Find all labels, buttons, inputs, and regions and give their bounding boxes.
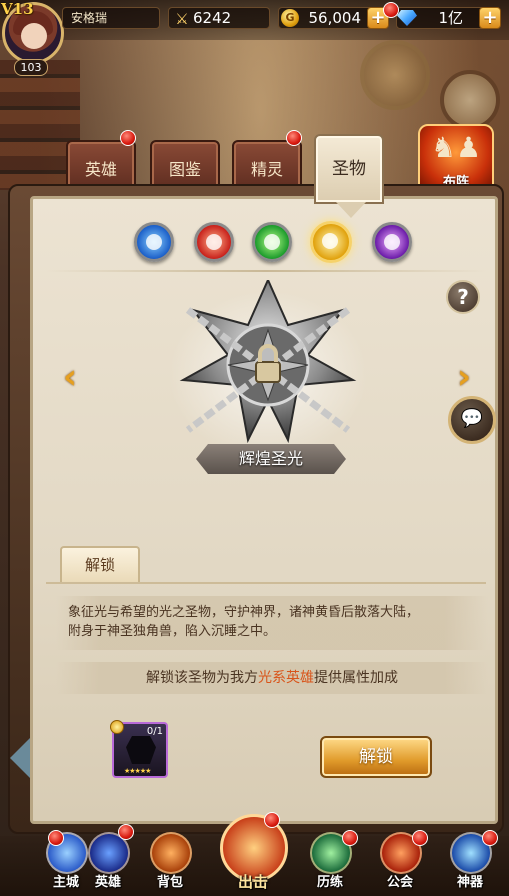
player-name: 安格瑞 <box>62 7 160 29</box>
avatar-face <box>21 23 47 49</box>
power-display: ⚔ 6242 <box>168 7 270 29</box>
player-level: 103 <box>14 59 48 76</box>
light-element-icon[interactable] <box>310 221 352 263</box>
clock-decoration <box>440 70 500 130</box>
nav-backpack-label: 背包 <box>156 875 183 890</box>
power-value: 6242 <box>193 9 232 27</box>
tab-heroes-badge <box>120 130 136 146</box>
unlock-section-tab[interactable]: 解锁 <box>60 546 140 582</box>
gold-value: 56,004 <box>308 9 362 27</box>
diamond-icon <box>397 10 417 26</box>
nav-battle-label: 出击 <box>237 873 268 891</box>
relic-name-label: 辉煌圣光 <box>196 444 346 474</box>
gold-display: G 56,004 + <box>278 7 389 29</box>
wind-element-icon[interactable] <box>252 222 292 262</box>
backpack-icon <box>150 832 192 874</box>
section-divider <box>46 582 486 584</box>
shard-icon <box>126 736 156 764</box>
next-relic-arrow[interactable]: › <box>452 360 476 394</box>
nav-battle[interactable]: 出击 <box>216 812 290 894</box>
bonus-highlight: 光系英雄 <box>258 670 314 686</box>
nav-backpack[interactable]: 背包 <box>140 826 200 892</box>
medal-icon <box>110 720 124 734</box>
vip-level: V13 <box>1 0 34 18</box>
description-line-1: 象征光与希望的光之圣物，守护神界，诸神黄昏后散落大陆， <box>68 605 420 620</box>
chat-bubble-icon: 💬 <box>460 408 484 429</box>
relic-shard-item[interactable]: 0/1 ★★★★★ <box>110 720 168 778</box>
nav-battle-badge <box>264 812 280 828</box>
shard-stars: ★★★★★ <box>124 767 151 775</box>
prev-relic-arrow[interactable]: ‹ <box>58 360 82 394</box>
unlock-bonus-text: 解锁该圣物为我方光系英雄提供属性加成 <box>56 662 488 694</box>
bonus-suffix: 提供属性加成 <box>314 670 398 686</box>
element-divider <box>46 270 486 272</box>
nav-main-city-badge <box>48 830 64 846</box>
dark-element-icon[interactable] <box>372 222 412 262</box>
gem-notification-dot <box>383 2 399 18</box>
tab-spirits-badge <box>286 130 302 146</box>
nav-guild-label: 公会 <box>386 875 413 890</box>
gold-coin-icon: G <box>281 9 299 27</box>
relic-emblem-icon <box>179 280 357 444</box>
nav-training-badge <box>342 830 358 846</box>
nav-guild-badge <box>412 830 428 846</box>
nav-artifact-badge <box>482 830 498 846</box>
chat-button[interactable]: 💬 <box>448 396 496 444</box>
relic-description: 象征光与希望的光之圣物，守护神界，诸神黄昏后散落大陆， 附身于神圣独角兽，陷入沉… <box>56 596 488 650</box>
description-line-2: 附身于神圣独角兽，陷入沉睡之中。 <box>68 624 277 639</box>
crossed-swords-icon: ⚔ <box>175 10 189 28</box>
nav-training-label: 历练 <box>316 875 343 890</box>
help-button[interactable]: ? <box>446 280 480 314</box>
add-gem-button[interactable]: + <box>479 7 501 29</box>
shard-count: 0/1 <box>146 726 163 737</box>
fire-element-icon[interactable] <box>194 222 234 262</box>
bonus-prefix: 解锁该圣物为我方 <box>146 670 258 686</box>
gem-value: 1亿 <box>438 9 463 27</box>
gem-display: 1亿 + <box>396 7 501 29</box>
globe-decoration <box>360 40 430 110</box>
water-element-icon[interactable] <box>134 222 174 262</box>
tab-relics[interactable]: 圣物 <box>314 134 384 204</box>
nav-heroes-label: 英雄 <box>94 875 121 890</box>
nav-artifact-label: 神器 <box>456 875 483 890</box>
nav-heroes-badge <box>118 824 134 840</box>
unlock-button[interactable]: 解锁 <box>320 736 432 778</box>
chess-icon: ♞♟ <box>430 131 482 164</box>
